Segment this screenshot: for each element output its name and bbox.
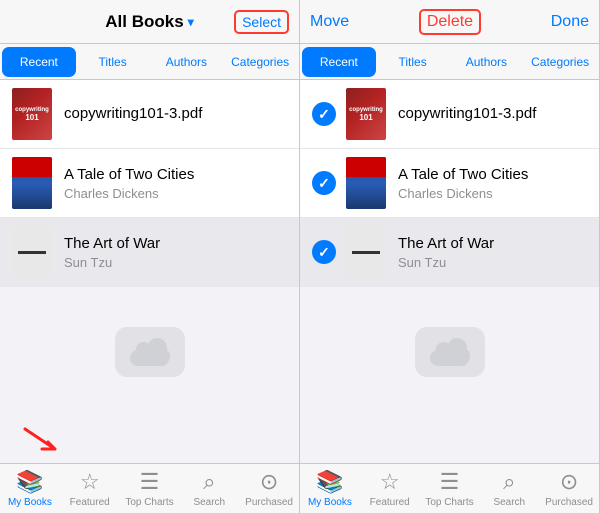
left-header-title: All Books ▾ — [105, 12, 193, 32]
move-button[interactable]: Move — [310, 13, 349, 31]
checkmark-icon: ✓ — [318, 175, 330, 192]
right-panel: Move Delete Done Recent Titles Authors C… — [300, 0, 600, 513]
done-button[interactable]: Done — [551, 13, 589, 31]
left-book-list: copywriting 101 copywriting101-3.pdf A T… — [0, 80, 299, 463]
icloud-placeholder — [0, 287, 299, 417]
book-title: copywriting101-3.pdf — [64, 104, 287, 124]
tab-recent-left[interactable]: Recent — [2, 47, 76, 77]
delete-button[interactable]: Delete — [419, 9, 481, 35]
tab-titles-right[interactable]: Titles — [376, 47, 450, 77]
nav-label-featured: Featured — [70, 497, 110, 508]
nav-my-books-right[interactable]: 📚 My Books — [300, 464, 360, 513]
book-thumbnail-war-right — [346, 226, 386, 278]
top-charts-icon: ☰ — [140, 469, 160, 495]
left-bottom-nav: 📚 My Books ☆ Featured ☰ Top Charts ⌕ Sea… — [0, 463, 299, 513]
list-item[interactable]: The Art of War Sun Tzu — [0, 218, 299, 287]
list-item[interactable]: A Tale of Two Cities Charles Dickens — [0, 149, 299, 218]
list-item[interactable]: ✓ The Art of War Sun Tzu — [300, 218, 599, 287]
book-title: copywriting101-3.pdf — [398, 104, 587, 124]
select-circle-war[interactable]: ✓ — [312, 240, 336, 264]
left-header: All Books ▾ Select — [0, 0, 299, 44]
nav-label-top-charts-right: Top Charts — [425, 497, 473, 508]
book-thumbnail-tale-right — [346, 157, 386, 209]
search-icon: ⌕ — [203, 469, 215, 495]
right-header: Move Delete Done — [300, 0, 599, 44]
book-thumbnail-war — [12, 226, 52, 278]
nav-purchased-left[interactable]: ⊙ Purchased — [239, 464, 299, 513]
book-thumbnail-pdf-right: copywriting 101 — [346, 88, 386, 140]
arrow-indicator — [20, 424, 60, 459]
tab-recent-right[interactable]: Recent — [302, 47, 376, 77]
book-title: A Tale of Two Cities — [398, 165, 587, 185]
my-books-icon: 📚 — [16, 469, 43, 495]
checkmark-icon: ✓ — [318, 106, 330, 123]
nav-my-books-left[interactable]: 📚 My Books — [0, 464, 60, 513]
book-title: The Art of War — [64, 234, 287, 254]
purchased-icon: ⊙ — [260, 469, 278, 495]
purchased-icon-right: ⊙ — [560, 469, 578, 495]
featured-icon: ☆ — [80, 469, 100, 495]
checkmark-icon: ✓ — [318, 244, 330, 261]
nav-label-my-books: My Books — [8, 497, 52, 508]
book-author: Sun Tzu — [398, 255, 587, 270]
icloud-placeholder-right — [300, 287, 599, 417]
my-books-icon-right: 📚 — [316, 469, 343, 495]
list-item[interactable]: ✓ copywriting 101 copywriting101-3.pdf — [300, 80, 599, 149]
search-icon-right: ⌕ — [503, 469, 515, 495]
list-item[interactable]: copywriting 101 copywriting101-3.pdf — [0, 80, 299, 149]
select-button[interactable]: Select — [234, 10, 289, 34]
nav-featured-right[interactable]: ☆ Featured — [360, 464, 420, 513]
all-books-label: All Books — [105, 12, 183, 32]
nav-top-charts-left[interactable]: ☰ Top Charts — [120, 464, 180, 513]
nav-label-search-right: Search — [493, 497, 525, 508]
book-author: Charles Dickens — [398, 186, 587, 201]
nav-label-featured-right: Featured — [370, 497, 410, 508]
nav-search-left[interactable]: ⌕ Search — [179, 464, 239, 513]
book-title: A Tale of Two Cities — [64, 165, 287, 185]
book-title: The Art of War — [398, 234, 587, 254]
select-circle-tale[interactable]: ✓ — [312, 171, 336, 195]
icloud-icon-right — [415, 327, 485, 377]
list-item[interactable]: ✓ A Tale of Two Cities Charles Dickens — [300, 149, 599, 218]
book-thumbnail-pdf: copywriting 101 — [12, 88, 52, 140]
tab-authors-left[interactable]: Authors — [150, 47, 224, 77]
top-charts-icon-right: ☰ — [440, 469, 460, 495]
tab-categories-right[interactable]: Categories — [523, 47, 597, 77]
book-author: Charles Dickens — [64, 186, 287, 201]
nav-label-top-charts: Top Charts — [125, 497, 173, 508]
nav-search-right[interactable]: ⌕ Search — [479, 464, 539, 513]
tab-titles-left[interactable]: Titles — [76, 47, 150, 77]
right-tab-bar: Recent Titles Authors Categories — [300, 44, 599, 80]
right-book-list: ✓ copywriting 101 copywriting101-3.pdf ✓ — [300, 80, 599, 463]
book-author: Sun Tzu — [64, 255, 287, 270]
dropdown-chevron[interactable]: ▾ — [188, 15, 194, 29]
icloud-icon — [115, 327, 185, 377]
select-circle-pdf[interactable]: ✓ — [312, 102, 336, 126]
nav-label-search: Search — [193, 497, 225, 508]
tab-categories-left[interactable]: Categories — [223, 47, 297, 77]
featured-icon-right: ☆ — [380, 469, 400, 495]
nav-label-purchased-right: Purchased — [545, 497, 593, 508]
nav-label-purchased: Purchased — [245, 497, 293, 508]
book-thumbnail-tale — [12, 157, 52, 209]
nav-label-my-books-right: My Books — [308, 497, 352, 508]
nav-purchased-right[interactable]: ⊙ Purchased — [539, 464, 599, 513]
nav-top-charts-right[interactable]: ☰ Top Charts — [420, 464, 480, 513]
left-tab-bar: Recent Titles Authors Categories — [0, 44, 299, 80]
nav-featured-left[interactable]: ☆ Featured — [60, 464, 120, 513]
left-panel: All Books ▾ Select Recent Titles Authors… — [0, 0, 300, 513]
right-bottom-nav: 📚 My Books ☆ Featured ☰ Top Charts ⌕ Sea… — [300, 463, 599, 513]
tab-authors-right[interactable]: Authors — [450, 47, 524, 77]
